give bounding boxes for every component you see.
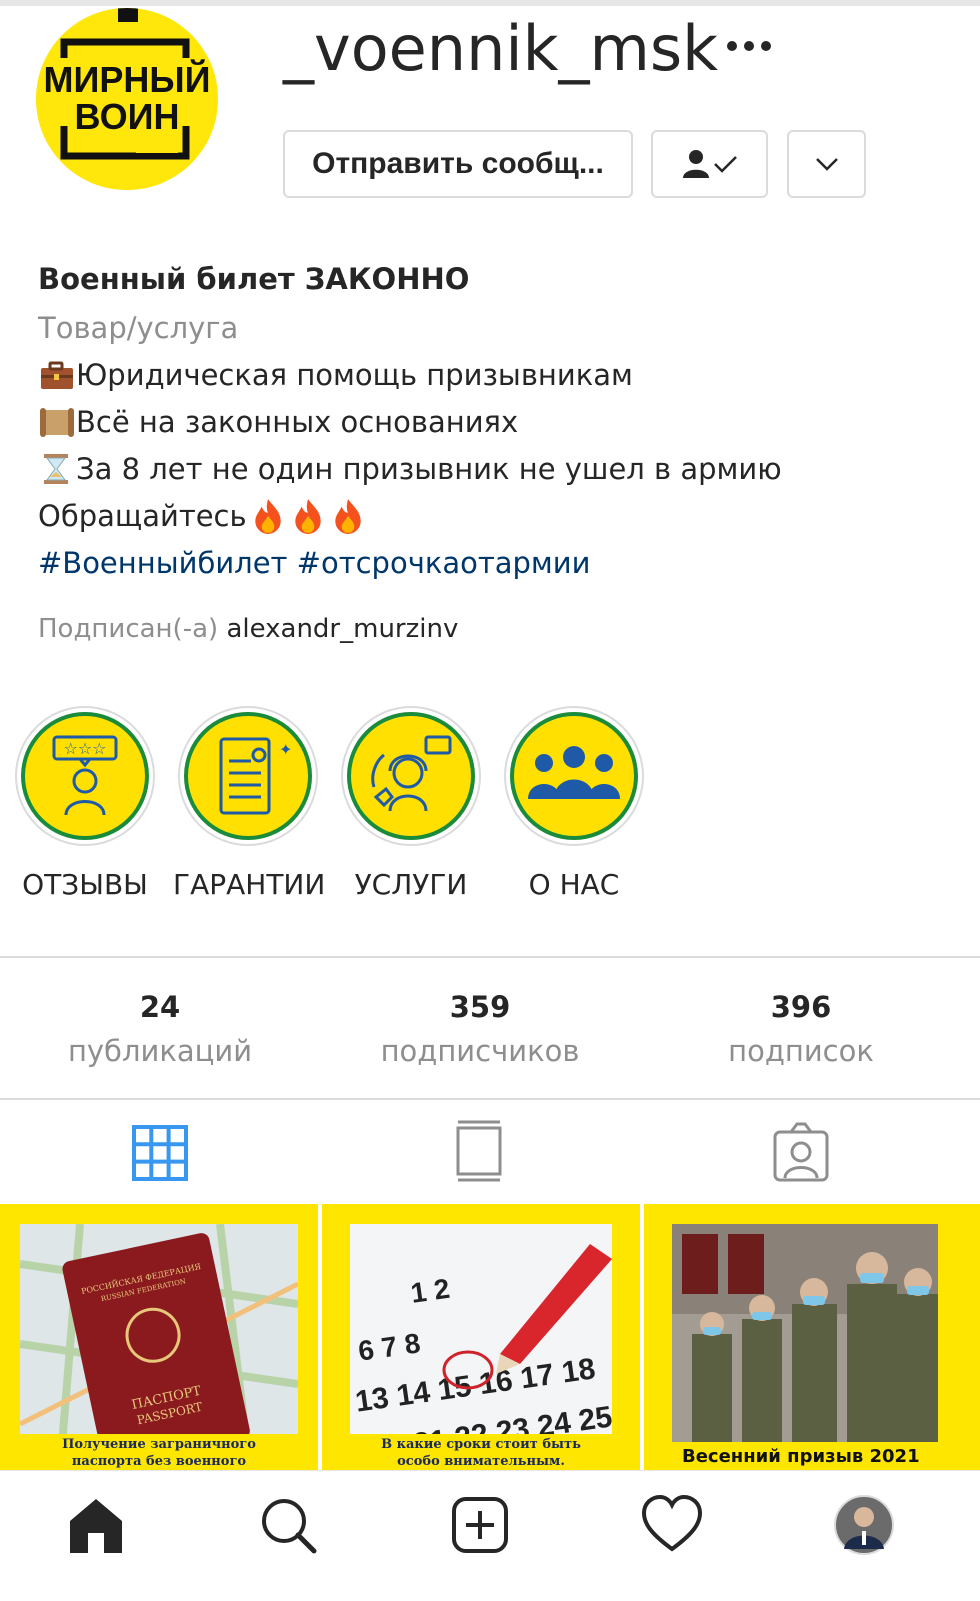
post-thumbnail[interactable]: Весенний призыв 2021: [644, 1204, 980, 1470]
search-icon[interactable]: [256, 1493, 320, 1557]
stat-followers-label: подписчиков: [380, 1034, 580, 1068]
hourglass-icon: [44, 453, 68, 484]
followed-by-prefix: Подписан(-а): [38, 614, 219, 644]
post-caption-line: паспорта без военного: [71, 1454, 247, 1469]
followed-by-user[interactable]: alexandr_murzinv: [226, 614, 458, 644]
document-icon: ✦: [219, 737, 292, 815]
scroll-icon: [40, 407, 74, 437]
bio-line-3: За 8 лет не один призывник не ушел в арм…: [38, 445, 938, 492]
post-caption-line: особо внимательным.: [397, 1454, 565, 1469]
fire-icon: [294, 498, 321, 534]
highlight-label: О НАС: [528, 868, 620, 901]
soldiers-image: [672, 1224, 938, 1470]
stat-posts[interactable]: 24 публикаций: [10, 985, 310, 1073]
bio-text-4: Обращайтесь: [38, 498, 247, 533]
stat-followers-value: 359: [449, 990, 511, 1024]
highlight-label: ГАРАНТИИ: [173, 868, 326, 901]
fire-icon: [334, 498, 361, 534]
bottom-navigation: [0, 1470, 980, 1601]
bio-line-4: Обращайтесь: [38, 492, 938, 539]
post-image: [672, 1224, 938, 1470]
post-caption: Получение заграничного паспорта без воен…: [20, 1434, 298, 1470]
highlight-guarantees[interactable]: ✦ ГАРАНТИИ: [173, 706, 326, 901]
profile-avatar[interactable]: МИРНЫЙ ВОИН: [36, 8, 218, 190]
svg-text:☆☆☆: ☆☆☆: [63, 739, 106, 758]
team-icon: [528, 746, 620, 799]
post-thumbnail[interactable]: 1 2 6 7 8 13 14 15 16 17 18 20 21 22 23 …: [322, 1204, 640, 1470]
fire-icon: [254, 498, 281, 534]
person-check-icon: [682, 150, 737, 178]
top-divider: [0, 0, 980, 6]
tagged-tab-icon[interactable]: [771, 1120, 831, 1186]
logo-line2: ВОИН: [75, 96, 180, 137]
more-options-icon[interactable]: [724, 38, 774, 54]
grid-tab-icon[interactable]: [130, 1120, 190, 1186]
stat-following[interactable]: 396 подписок: [651, 985, 951, 1073]
bio-line-1: Юридическая помощь призывникам: [38, 351, 938, 398]
post-thumbnail[interactable]: РОССИЙСКАЯ ФЕДЕРАЦИЯ RUSSIAN FEDERATION …: [0, 1204, 318, 1470]
post-caption-line: В какие сроки стоит быть: [381, 1437, 581, 1452]
following-button[interactable]: [651, 130, 768, 198]
followed-by[interactable]: Подписан(-а) alexandr_murzinv: [38, 614, 458, 644]
logo-icon: МИРНЫЙ ВОИН: [36, 8, 218, 190]
bio-line-2: Всё на законных основаниях: [38, 398, 938, 445]
profile-display-name: Военный билет ЗАКОННО: [38, 262, 470, 296]
profile-category: Товар/услуга: [38, 310, 239, 345]
profile-avatar-icon[interactable]: [832, 1493, 896, 1557]
post-caption: В какие сроки стоит быть особо вниматель…: [350, 1434, 612, 1470]
profile-bio: Военный билет ЗАКОННО Товар/услуга Юриди…: [38, 258, 938, 586]
suggested-accounts-button[interactable]: [787, 130, 866, 198]
activity-heart-icon[interactable]: [640, 1493, 704, 1557]
home-icon[interactable]: [64, 1493, 128, 1557]
bio-text-2: Всё на законных основаниях: [76, 404, 519, 439]
reviews-icon: ☆☆☆: [52, 735, 118, 816]
stat-following-value: 396: [770, 990, 832, 1024]
bio-hashtags[interactable]: #Военныйбилет #отсрочкаотармии: [38, 539, 938, 586]
create-post-icon[interactable]: [448, 1493, 512, 1557]
stats-top-divider: [0, 956, 980, 958]
post-caption-line: Получение заграничного: [62, 1437, 256, 1452]
briefcase-icon: [41, 361, 73, 389]
send-message-label: Отправить сообщ...: [312, 147, 604, 180]
stat-following-label: подписок: [728, 1034, 874, 1068]
stat-posts-value: 24: [139, 990, 181, 1024]
stats-bottom-divider: [0, 1098, 980, 1100]
chevron-down-icon: [815, 158, 838, 171]
bio-text-3: За 8 лет не один призывник не ушел в арм…: [76, 451, 782, 486]
highlight-about[interactable]: О НАС: [499, 706, 649, 901]
calendar-row: 1 2: [409, 1273, 452, 1309]
highlight-label: ОТЗЫВЫ: [22, 868, 148, 901]
highlight-reviews[interactable]: ☆☆☆ ОТЗЫВЫ: [10, 706, 160, 901]
profile-username: _voennik_msk: [283, 12, 719, 85]
support-agent-icon: [371, 735, 452, 812]
stat-posts-label: публикаций: [67, 1034, 253, 1068]
bio-text-1: Юридическая помощь призывникам: [76, 357, 633, 392]
post-caption: Весенний призыв 2021: [672, 1442, 938, 1470]
highlight-services[interactable]: УСЛУГИ: [336, 706, 486, 901]
highlight-label: УСЛУГИ: [354, 868, 468, 901]
posts-grid: РОССИЙСКАЯ ФЕДЕРАЦИЯ RUSSIAN FEDERATION …: [0, 1204, 980, 1470]
send-message-button[interactable]: Отправить сообщ...: [283, 130, 633, 198]
stat-followers[interactable]: 359 подписчиков: [330, 985, 630, 1073]
feed-tab-icon[interactable]: [450, 1120, 510, 1186]
svg-text:✦: ✦: [279, 740, 292, 759]
logo-line1: МИРНЫЙ: [44, 58, 211, 100]
